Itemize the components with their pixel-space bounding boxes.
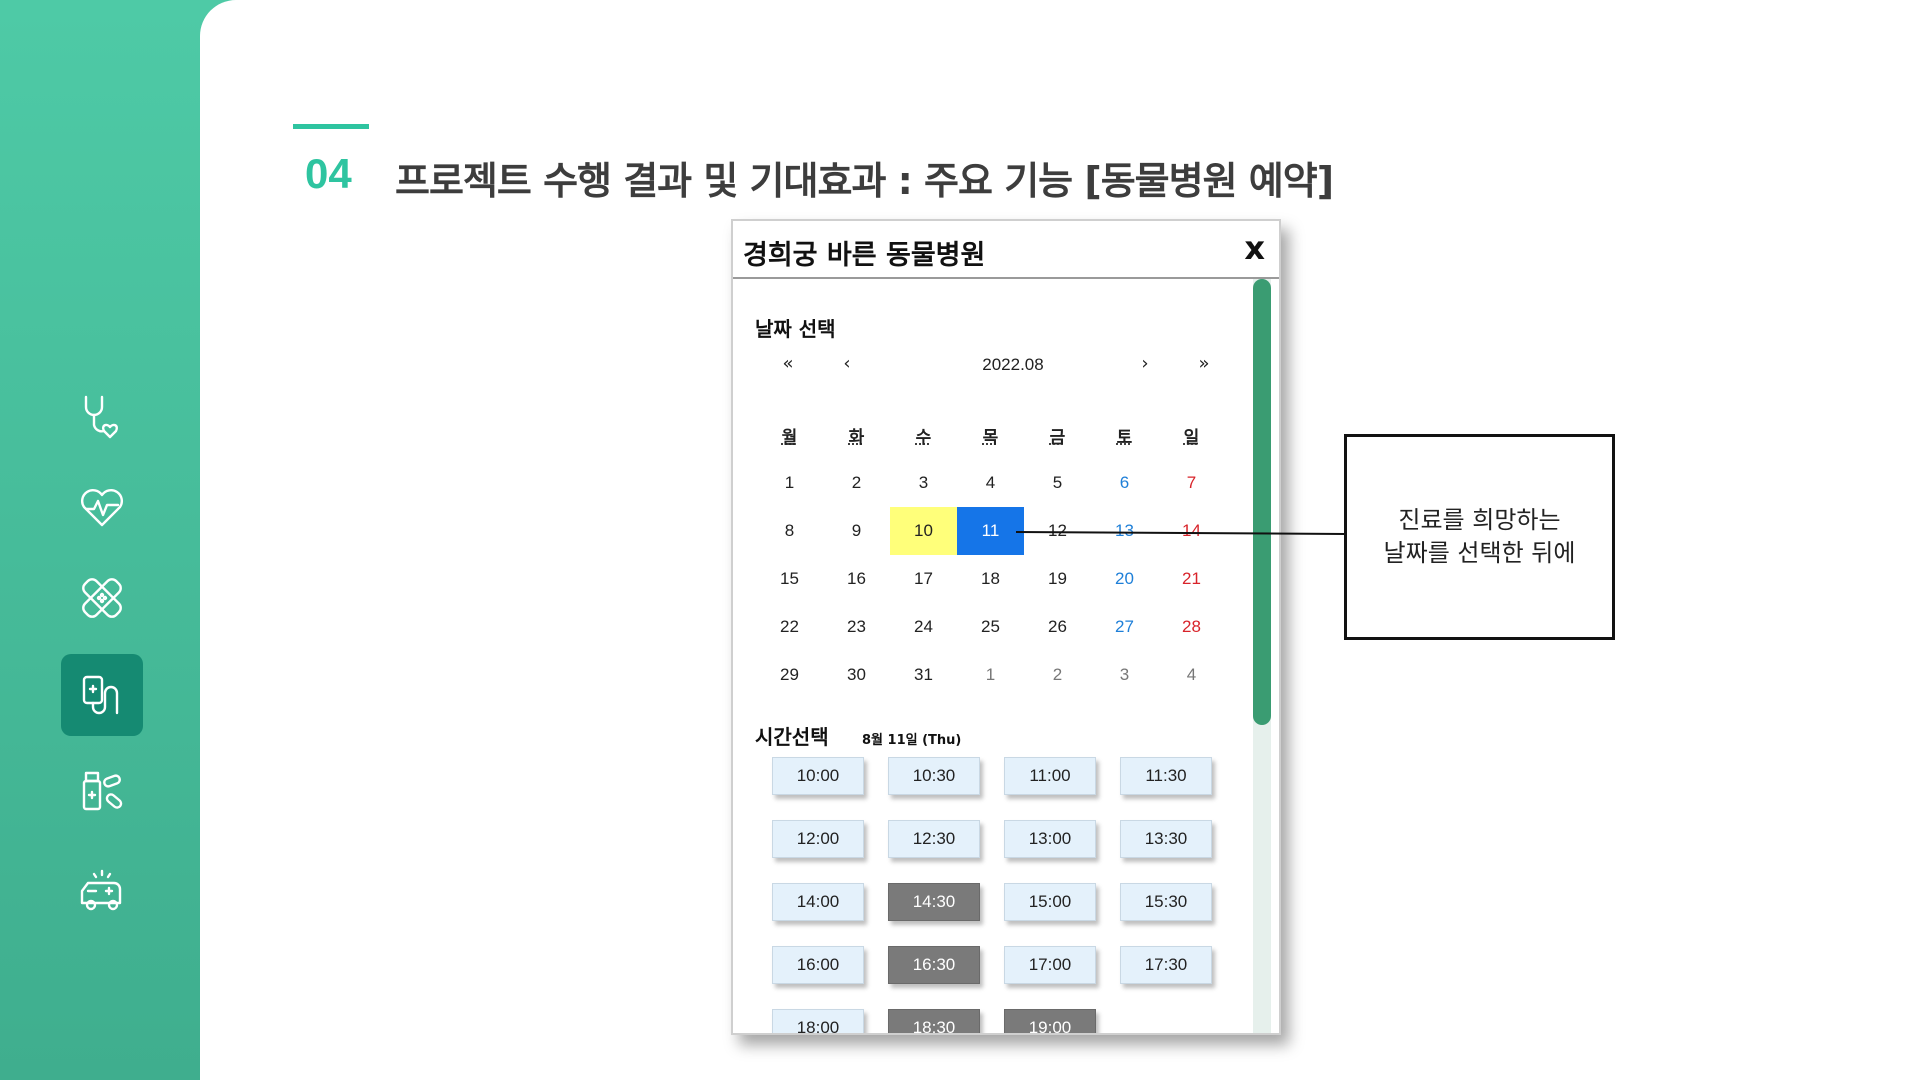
calendar-day[interactable]: 4 [1158, 651, 1225, 699]
time-slot-button[interactable]: 17:30 [1120, 946, 1212, 984]
time-slot-button[interactable]: 12:00 [772, 820, 864, 858]
weekday-label: 금 [1049, 427, 1066, 448]
weekday-label: 토 [1116, 427, 1133, 448]
calendar-day[interactable]: 28 [1158, 603, 1225, 651]
calendar-day[interactable]: 29 [756, 651, 823, 699]
weekday-header: 토 [1091, 411, 1158, 459]
reservation-popup: 경희궁 바른 동물병원 x 날짜 선택 « ‹ 2022.08 › » 월 화 수 목… [731, 219, 1281, 1035]
time-slot-button[interactable]: 10:30 [888, 757, 980, 795]
calendar-day[interactable]: 1 [957, 651, 1024, 699]
weekday-label: 월 [781, 427, 798, 448]
weekday-header: 일 [1158, 411, 1225, 459]
weekday-label: 목 [982, 427, 999, 448]
heartbeat-icon[interactable] [61, 466, 143, 548]
time-slot-button[interactable]: 17:00 [1004, 946, 1096, 984]
calendar-day[interactable]: 23 [823, 603, 890, 651]
time-slot-button[interactable]: 13:30 [1120, 820, 1212, 858]
calendar-day[interactable]: 27 [1091, 603, 1158, 651]
time-slot-button[interactable]: 15:00 [1004, 883, 1096, 921]
calendar-day[interactable]: 24 [890, 603, 957, 651]
ambulance-icon[interactable] [61, 850, 143, 932]
callout-text-line2: 날짜를 선택한 뒤에 [1383, 539, 1576, 567]
time-section-label: 시간선택 [755, 725, 829, 749]
weekday-header: 월 [756, 411, 823, 459]
calendar-day[interactable]: 3 [1091, 651, 1158, 699]
time-slot-booked[interactable]: 16:30 [888, 946, 980, 984]
calendar-day[interactable]: 19 [1024, 555, 1091, 603]
calendar-day[interactable]: 16 [823, 555, 890, 603]
calendar-day[interactable]: 26 [1024, 603, 1091, 651]
weekday-header: 화 [823, 411, 890, 459]
calendar-day-selected[interactable]: 11 [957, 507, 1024, 555]
next-year-button[interactable]: » [1192, 353, 1216, 374]
calendar-day[interactable]: 18 [957, 555, 1024, 603]
weekday-header: 수 [890, 411, 957, 459]
section-number: 04 [305, 150, 352, 197]
calendar-day[interactable]: 25 [957, 603, 1024, 651]
slide-title: 프로젝트 수행 결과 및 기대효과 : 주요 기능 [동물병원 예약] [395, 159, 1334, 203]
weekday-label: 화 [848, 427, 865, 448]
time-slot-button[interactable]: 18:00 [772, 1009, 864, 1033]
calendar-day[interactable]: 5 [1024, 459, 1091, 507]
stethoscope-heart-icon[interactable] [61, 376, 143, 458]
calendar-day[interactable]: 21 [1158, 555, 1225, 603]
calendar-day[interactable]: 2 [1024, 651, 1091, 699]
prev-year-button[interactable]: « [776, 353, 800, 374]
scrollbar-thumb[interactable] [1253, 279, 1271, 725]
next-month-button[interactable]: › [1133, 353, 1157, 374]
calendar-day[interactable]: 22 [756, 603, 823, 651]
calendar-day[interactable]: 3 [890, 459, 957, 507]
calendar-day[interactable]: 8 [756, 507, 823, 555]
prev-month-button[interactable]: ‹ [835, 353, 859, 374]
weekday-label: 수 [915, 427, 932, 448]
selected-date-label: 8월 11일 (Thu) [862, 733, 962, 748]
time-slot-button[interactable]: 15:30 [1120, 883, 1212, 921]
popup-title: 경희궁 바른 동물병원 [743, 240, 986, 271]
calendar-day[interactable]: 7 [1158, 459, 1225, 507]
weekday-label: 일 [1183, 427, 1200, 448]
calendar-day[interactable]: 30 [823, 651, 890, 699]
callout-box: 진료를 희망하는 날짜를 선택한 뒤에 [1344, 434, 1615, 640]
calendar-day[interactable]: 31 [890, 651, 957, 699]
time-slot-button[interactable]: 16:00 [772, 946, 864, 984]
callout-text-line1: 진료를 희망하는 [1398, 506, 1561, 534]
popup-header: 경희궁 바른 동물병원 x [733, 221, 1279, 279]
time-slot-button[interactable]: 11:30 [1120, 757, 1212, 795]
time-slot-button[interactable]: 14:00 [772, 883, 864, 921]
calendar-day[interactable]: 4 [957, 459, 1024, 507]
bandage-icon[interactable] [61, 557, 143, 639]
iv-drip-icon[interactable] [61, 654, 143, 736]
time-slot-button[interactable]: 12:30 [888, 820, 980, 858]
date-section-label: 날짜 선택 [755, 317, 836, 341]
calendar-day[interactable]: 15 [756, 555, 823, 603]
time-slot-button[interactable]: 11:00 [1004, 757, 1096, 795]
time-slot-booked[interactable]: 19:00 [1004, 1009, 1096, 1033]
accent-line [293, 124, 369, 129]
calendar-day[interactable]: 1 [756, 459, 823, 507]
calendar-day[interactable]: 2 [823, 459, 890, 507]
time-slot-button[interactable]: 10:00 [772, 757, 864, 795]
weekday-header: 금 [1024, 411, 1091, 459]
time-slot-booked[interactable]: 14:30 [888, 883, 980, 921]
calendar-day[interactable]: 20 [1091, 555, 1158, 603]
calendar-day[interactable]: 6 [1091, 459, 1158, 507]
sidebar [0, 0, 200, 1080]
calendar-day[interactable]: 9 [823, 507, 890, 555]
month-label: 2022.08 [982, 355, 1044, 374]
time-slot-button[interactable]: 13:00 [1004, 820, 1096, 858]
weekday-header: 목 [957, 411, 1024, 459]
close-button[interactable]: x [1244, 229, 1265, 267]
medicine-bottle-icon[interactable] [61, 750, 143, 832]
time-slot-booked[interactable]: 18:30 [888, 1009, 980, 1033]
calendar-day-today[interactable]: 10 [890, 507, 957, 555]
calendar-day[interactable]: 17 [890, 555, 957, 603]
